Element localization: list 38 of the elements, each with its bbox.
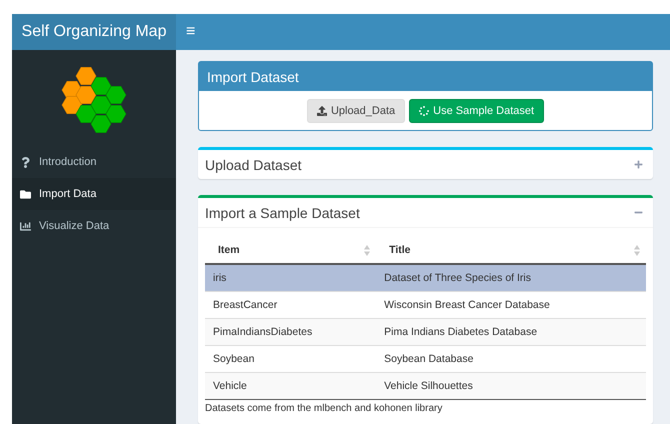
table-row[interactable]: Soybean Soybean Database <box>205 345 646 372</box>
folder-icon <box>20 188 31 200</box>
menu-toggle[interactable]: ≡ <box>186 23 196 41</box>
table-cell: Vehicle <box>205 372 376 399</box>
sidebar-item-label: Visualize Data <box>39 220 110 232</box>
sidebar-item[interactable]: Import Data <box>12 178 176 210</box>
sidebar-item[interactable]: Visualize Data <box>12 210 176 242</box>
spinner-icon <box>419 106 430 116</box>
question-icon <box>20 156 31 168</box>
sidebar-item-label: Introduction <box>39 156 96 168</box>
table-row[interactable]: BreastCancer Wisconsin Breast Cancer Database <box>205 291 646 318</box>
upload-icon <box>316 106 327 116</box>
table-cell: Pima Indians Diabetes Database <box>376 318 646 345</box>
table-cell: Vehicle Silhouettes <box>376 372 646 399</box>
expand-button[interactable] <box>634 160 643 169</box>
panel-title: Import a Sample Dataset <box>205 204 360 220</box>
panel-title: Upload Dataset <box>205 156 302 172</box>
upload-button[interactable]: Upload_Data <box>306 99 406 123</box>
table-cell: BreastCancer <box>205 291 376 318</box>
table-cell: iris <box>205 264 376 291</box>
table-cell: PimaIndiansDiabetes <box>205 318 376 345</box>
table-row[interactable]: PimaIndiansDiabetes Pima Indians Diabetes Database <box>205 318 646 345</box>
footnote: Datasets come from the mlbench and kohonen library <box>205 399 646 414</box>
table-row[interactable]: iris Dataset of Three Species of Iris <box>205 264 646 291</box>
sort-icon <box>634 245 640 256</box>
bar-chart-icon <box>20 220 31 232</box>
app-title: Self Organizing Map <box>12 14 176 50</box>
hexagon-logo-drawing <box>60 65 128 135</box>
card-title: Import Dataset <box>199 62 652 91</box>
table-cell: Soybean Database <box>376 345 646 372</box>
table-row[interactable]: Vehicle Vehicle Silhouettes <box>205 372 646 399</box>
sidebar-item[interactable]: Introduction <box>12 146 176 178</box>
sort-icon <box>364 245 370 256</box>
plus-icon <box>634 160 643 169</box>
table-cell: Dataset of Three Species of Iris <box>376 264 646 291</box>
sidebar-item-label: Import Data <box>39 188 96 200</box>
table-cell: Wisconsin Breast Cancer Database <box>376 291 646 318</box>
table-cell: Soybean <box>205 345 376 372</box>
